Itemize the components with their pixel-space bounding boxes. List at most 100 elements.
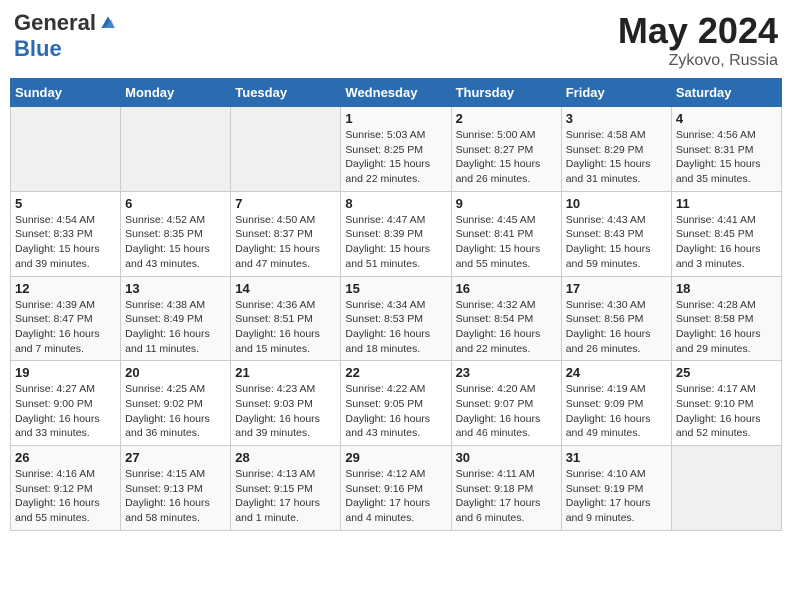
day-number: 27 [125, 450, 226, 465]
day-number: 22 [345, 365, 446, 380]
calendar-cell: 23 Sunrise: 4:20 AMSunset: 9:07 PMDayligh… [451, 361, 561, 446]
day-number: 24 [566, 365, 667, 380]
calendar-cell: 16 Sunrise: 4:32 AMSunset: 8:54 PMDayligh… [451, 276, 561, 361]
day-info: Sunrise: 5:03 AMSunset: 8:25 PMDaylight:… [345, 128, 446, 187]
logo: General Blue [14, 10, 118, 62]
day-info: Sunrise: 4:11 AMSunset: 9:18 PMDaylight:… [456, 467, 557, 526]
calendar-cell: 14Sunrise: 4:36 AMSunset: 8:51 PMDayligh… [231, 276, 341, 361]
day-info: Sunrise: 4:28 AMSunset: 8:58 PMDaylight:… [676, 298, 777, 357]
day-number: 20 [125, 365, 226, 380]
calendar-week-row: 5 Sunrise: 4:54 AMSunset: 8:33 PMDaylight… [11, 191, 782, 276]
col-header-wednesday: Wednesday [341, 79, 451, 107]
day-info: Sunrise: 4:16 AMSunset: 9:12 PMDaylight:… [15, 467, 116, 526]
calendar-cell: 28 Sunrise: 4:13 AMSunset: 9:15 PMDayligh… [231, 446, 341, 531]
day-info: Sunrise: 4:23 AMSunset: 9:03 PMDaylight:… [235, 382, 336, 441]
day-info: Sunrise: 4:54 AMSunset: 8:33 PMDaylight:… [15, 213, 116, 272]
calendar-cell: 8Sunrise: 4:47 AMSunset: 8:39 PMDaylight… [341, 191, 451, 276]
day-info: Sunrise: 4:58 AMSunset: 8:29 PMDaylight:… [566, 128, 667, 187]
day-info: Sunrise: 4:56 AMSunset: 8:31 PMDaylight:… [676, 128, 777, 187]
day-info: Sunrise: 4:13 AMSunset: 9:15 PMDaylight:… [235, 467, 336, 526]
calendar-cell: 11Sunrise: 4:41 AMSunset: 8:45 PMDayligh… [671, 191, 781, 276]
calendar-cell: 13 Sunrise: 4:38 AMSunset: 8:49 PMDayligh… [121, 276, 231, 361]
day-info: Sunrise: 4:25 AMSunset: 9:02 PMDaylight:… [125, 382, 226, 441]
logo-blue-text: Blue [14, 36, 62, 62]
calendar-cell: 26Sunrise: 4:16 AMSunset: 9:12 PMDayligh… [11, 446, 121, 531]
day-info: Sunrise: 4:52 AMSunset: 8:35 PMDaylight:… [125, 213, 226, 272]
day-number: 4 [676, 111, 777, 126]
day-number: 3 [566, 111, 667, 126]
calendar-cell: 2 Sunrise: 5:00 AMSunset: 8:27 PMDaylight… [451, 107, 561, 192]
calendar-week-row: 1Sunrise: 5:03 AMSunset: 8:25 PMDaylight… [11, 107, 782, 192]
day-info: Sunrise: 4:36 AMSunset: 8:51 PMDaylight:… [235, 298, 336, 357]
calendar-cell: 9Sunrise: 4:45 AMSunset: 8:41 PMDaylight… [451, 191, 561, 276]
calendar-cell: 5 Sunrise: 4:54 AMSunset: 8:33 PMDaylight… [11, 191, 121, 276]
day-info: Sunrise: 4:27 AMSunset: 9:00 PMDaylight:… [15, 382, 116, 441]
calendar-cell: 17 Sunrise: 4:30 AMSunset: 8:56 PMDayligh… [561, 276, 671, 361]
col-header-friday: Friday [561, 79, 671, 107]
calendar-cell: 24 Sunrise: 4:19 AMSunset: 9:09 PMDayligh… [561, 361, 671, 446]
day-number: 2 [456, 111, 557, 126]
calendar-cell [121, 107, 231, 192]
calendar-cell: 7 Sunrise: 4:50 AMSunset: 8:37 PMDaylight… [231, 191, 341, 276]
day-number: 28 [235, 450, 336, 465]
day-number: 9 [456, 196, 557, 211]
page-header: General Blue May 2024 Zykovo, Russia [10, 10, 782, 70]
day-info: Sunrise: 4:50 AMSunset: 8:37 PMDaylight:… [235, 213, 336, 272]
calendar-cell: 18Sunrise: 4:28 AMSunset: 8:58 PMDayligh… [671, 276, 781, 361]
day-info: Sunrise: 4:22 AMSunset: 9:05 PMDaylight:… [345, 382, 446, 441]
day-info: Sunrise: 4:19 AMSunset: 9:09 PMDaylight:… [566, 382, 667, 441]
day-number: 19 [15, 365, 116, 380]
calendar-cell: 19 Sunrise: 4:27 AMSunset: 9:00 PMDayligh… [11, 361, 121, 446]
calendar-cell [671, 446, 781, 531]
day-number: 12 [15, 281, 116, 296]
day-number: 29 [345, 450, 446, 465]
day-number: 25 [676, 365, 777, 380]
col-header-thursday: Thursday [451, 79, 561, 107]
day-number: 30 [456, 450, 557, 465]
calendar-week-row: 12Sunrise: 4:39 AMSunset: 8:47 PMDayligh… [11, 276, 782, 361]
day-number: 17 [566, 281, 667, 296]
calendar-cell: 31Sunrise: 4:10 AMSunset: 9:19 PMDayligh… [561, 446, 671, 531]
month-year-title: May 2024 [618, 10, 778, 52]
logo-icon [98, 13, 118, 33]
calendar-cell [231, 107, 341, 192]
location-text: Zykovo, Russia [618, 52, 778, 70]
day-info: Sunrise: 4:15 AMSunset: 9:13 PMDaylight:… [125, 467, 226, 526]
calendar-week-row: 19 Sunrise: 4:27 AMSunset: 9:00 PMDayligh… [11, 361, 782, 446]
day-number: 15 [345, 281, 446, 296]
day-info: Sunrise: 4:17 AMSunset: 9:10 PMDaylight:… [676, 382, 777, 441]
day-number: 31 [566, 450, 667, 465]
day-info: Sunrise: 4:43 AMSunset: 8:43 PMDaylight:… [566, 213, 667, 272]
day-info: Sunrise: 4:32 AMSunset: 8:54 PMDaylight:… [456, 298, 557, 357]
day-number: 16 [456, 281, 557, 296]
col-header-saturday: Saturday [671, 79, 781, 107]
day-info: Sunrise: 4:30 AMSunset: 8:56 PMDaylight:… [566, 298, 667, 357]
calendar-header-row: SundayMondayTuesdayWednesdayThursdayFrid… [11, 79, 782, 107]
calendar-cell: 27 Sunrise: 4:15 AMSunset: 9:13 PMDayligh… [121, 446, 231, 531]
logo-general-text: General [14, 10, 96, 36]
day-number: 13 [125, 281, 226, 296]
day-info: Sunrise: 4:34 AMSunset: 8:53 PMDaylight:… [345, 298, 446, 357]
day-number: 21 [235, 365, 336, 380]
calendar-cell: 1Sunrise: 5:03 AMSunset: 8:25 PMDaylight… [341, 107, 451, 192]
day-info: Sunrise: 4:12 AMSunset: 9:16 PMDaylight:… [345, 467, 446, 526]
day-number: 23 [456, 365, 557, 380]
calendar-cell: 6Sunrise: 4:52 AMSunset: 8:35 PMDaylight… [121, 191, 231, 276]
day-info: Sunrise: 4:38 AMSunset: 8:49 PMDaylight:… [125, 298, 226, 357]
calendar-cell: 4 Sunrise: 4:56 AMSunset: 8:31 PMDaylight… [671, 107, 781, 192]
day-number: 7 [235, 196, 336, 211]
calendar-cell: 20 Sunrise: 4:25 AMSunset: 9:02 PMDayligh… [121, 361, 231, 446]
day-number: 5 [15, 196, 116, 211]
day-info: Sunrise: 4:20 AMSunset: 9:07 PMDaylight:… [456, 382, 557, 441]
day-number: 10 [566, 196, 667, 211]
calendar-cell: 15 Sunrise: 4:34 AMSunset: 8:53 PMDayligh… [341, 276, 451, 361]
day-info: Sunrise: 4:47 AMSunset: 8:39 PMDaylight:… [345, 213, 446, 272]
calendar-cell: 22 Sunrise: 4:22 AMSunset: 9:05 PMDayligh… [341, 361, 451, 446]
calendar-cell: 29 Sunrise: 4:12 AMSunset: 9:16 PMDayligh… [341, 446, 451, 531]
calendar-cell [11, 107, 121, 192]
calendar-cell: 12Sunrise: 4:39 AMSunset: 8:47 PMDayligh… [11, 276, 121, 361]
calendar-week-row: 26Sunrise: 4:16 AMSunset: 9:12 PMDayligh… [11, 446, 782, 531]
calendar-cell: 3 Sunrise: 4:58 AMSunset: 8:29 PMDaylight… [561, 107, 671, 192]
day-info: Sunrise: 5:00 AMSunset: 8:27 PMDaylight:… [456, 128, 557, 187]
calendar-cell: 30 Sunrise: 4:11 AMSunset: 9:18 PMDayligh… [451, 446, 561, 531]
